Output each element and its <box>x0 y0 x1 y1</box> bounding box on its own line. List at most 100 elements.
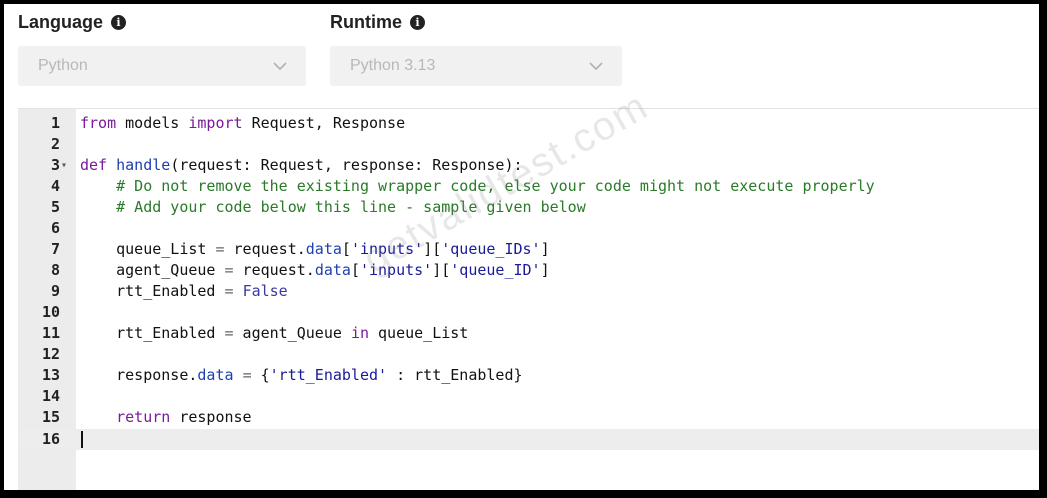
code-line[interactable]: 3 ▾ def handle(request: Request, respons… <box>18 155 1039 176</box>
text-cursor <box>81 431 83 448</box>
code-line[interactable]: 5 # Add your code below this line - samp… <box>18 197 1039 218</box>
code-token: Request, Response <box>242 114 406 132</box>
language-select[interactable]: Python <box>18 46 306 86</box>
attribute: data <box>314 261 351 279</box>
line-number: 14 <box>41 387 60 405</box>
code-token: rtt_Enabled <box>80 324 225 342</box>
code-token: queue_List <box>80 240 216 258</box>
code-comment: # Do not remove the existing wrapper cod… <box>80 177 875 195</box>
line-number: 9 <box>50 282 60 300</box>
runtime-select[interactable]: Python 3.13 <box>330 46 622 86</box>
string: 'queue_ID' <box>450 261 541 279</box>
code-token: ] <box>540 240 550 258</box>
code-line[interactable]: 2 <box>18 134 1039 155</box>
code-token: rtt_Enabled <box>80 282 225 300</box>
code-line[interactable]: 6 <box>18 218 1039 239</box>
code-token: request. <box>233 261 315 279</box>
line-number: 13 <box>41 366 60 384</box>
line-number: 1 <box>50 114 60 132</box>
code-token: (request: Request, response: Response): <box>170 156 523 174</box>
code-text: rtt_Enabled = agent_Queue in queue_List <box>80 323 468 344</box>
code-line-active[interactable]: 16 <box>18 429 1039 450</box>
code-line[interactable]: 15 return response <box>18 407 1039 428</box>
code-line[interactable]: 9 rtt_Enabled = False <box>18 281 1039 302</box>
code-line[interactable]: 7 queue_List = request.data['inputs']['q… <box>18 239 1039 260</box>
code-text: from models import Request, Response <box>80 113 405 134</box>
code-token: request. <box>224 240 306 258</box>
string: 'rtt_Enabled' <box>269 366 388 384</box>
attribute: data <box>197 366 234 384</box>
line-number: 7 <box>50 240 60 258</box>
info-icon[interactable]: i <box>111 15 127 30</box>
code-token: agent_Queue <box>80 261 225 279</box>
code-line[interactable]: 14 <box>18 386 1039 407</box>
keyword: import <box>188 114 243 132</box>
info-icon[interactable]: i <box>410 15 425 30</box>
chevron-down-icon <box>273 62 287 71</box>
code-token: ][ <box>432 261 451 279</box>
runtime-value: Python 3.13 <box>350 57 436 74</box>
operator: = <box>224 261 234 279</box>
line-number: 15 <box>41 408 60 426</box>
code-text: agent_Queue = request.data['inputs']['qu… <box>80 260 550 281</box>
code-token: { <box>251 366 270 384</box>
code-line[interactable]: 10 <box>18 302 1039 323</box>
attribute: data <box>305 240 342 258</box>
chevron-down-icon <box>589 62 603 71</box>
constant: False <box>242 282 288 300</box>
line-number: 4 <box>50 177 60 195</box>
string: 'inputs' <box>359 261 433 279</box>
window: Language i Python Runtime i Python 3.13 … <box>4 4 1039 490</box>
line-number: 11 <box>41 324 60 342</box>
code-token: [ <box>341 240 351 258</box>
language-label: Language <box>18 12 104 32</box>
operator: = <box>215 240 225 258</box>
code-text: response.data = {'rtt_Enabled' : rtt_Ena… <box>80 365 523 386</box>
runtime-label: Runtime <box>330 12 402 32</box>
operator: = <box>224 324 234 342</box>
code-token: response <box>170 408 252 426</box>
code-token: : rtt_Enabled} <box>387 366 523 384</box>
code-line[interactable]: 1 from models import Request, Response <box>18 113 1039 134</box>
code-token: models <box>116 114 189 132</box>
code-text: rtt_Enabled = False <box>80 281 288 302</box>
fold-arrow-icon[interactable]: ▾ <box>61 155 67 176</box>
code-line[interactable]: 4 # Do not remove the existing wrapper c… <box>18 176 1039 197</box>
operator: = <box>224 282 234 300</box>
line-number: 12 <box>41 345 60 363</box>
code-comment: # Add your code below this line - sample… <box>80 198 586 216</box>
keyword: def <box>80 156 108 174</box>
code-line[interactable]: 13 response.data = {'rtt_Enabled' : rtt_… <box>18 365 1039 386</box>
keyword: in <box>350 324 369 342</box>
code-line[interactable]: 11 rtt_Enabled = agent_Queue in queue_Li… <box>18 323 1039 344</box>
line-number: 5 <box>50 198 60 216</box>
operator: = <box>242 366 252 384</box>
code-token: [ <box>350 261 360 279</box>
code-line[interactable]: 12 <box>18 344 1039 365</box>
code-token: agent_Queue <box>233 324 351 342</box>
line-number: 3 <box>50 156 60 174</box>
language-value: Python <box>38 57 88 74</box>
line-number: 2 <box>50 135 60 153</box>
code-editor[interactable]: 1 from models import Request, Response 2… <box>18 108 1039 490</box>
string: 'inputs' <box>350 240 424 258</box>
code-text: return response <box>80 407 252 428</box>
code-line[interactable]: 8 agent_Queue = request.data['inputs']['… <box>18 260 1039 281</box>
line-number: 6 <box>50 219 60 237</box>
line-number: 16 <box>41 430 60 448</box>
line-number: 10 <box>41 303 60 321</box>
runtime-label-group: Runtime i <box>330 12 425 33</box>
code-text: def handle(request: Request, response: R… <box>80 155 523 176</box>
line-number: 8 <box>50 261 60 279</box>
language-label-group: Language i <box>18 12 127 33</box>
string: 'queue_IDs' <box>441 240 541 258</box>
function-name: handle <box>116 156 171 174</box>
keyword: return <box>116 408 171 426</box>
code-token: queue_List <box>369 324 469 342</box>
code-text: queue_List = request.data['inputs']['que… <box>80 239 550 260</box>
keyword: from <box>80 114 117 132</box>
